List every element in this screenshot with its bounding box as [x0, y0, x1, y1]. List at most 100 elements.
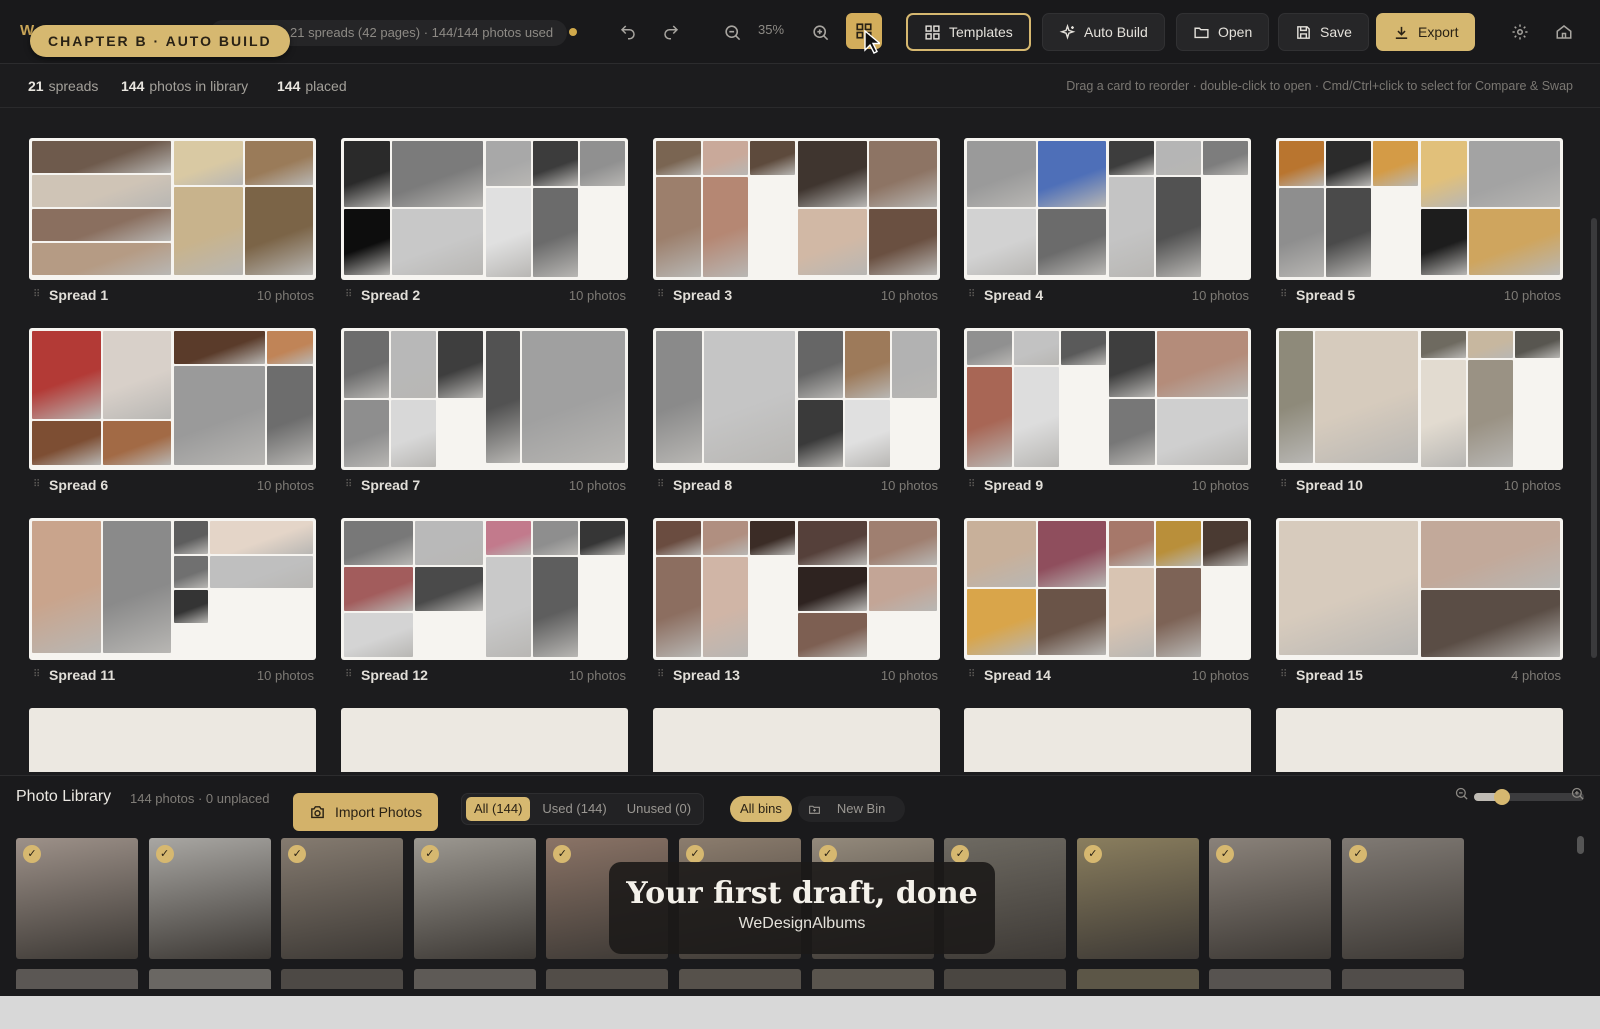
library-scrollbar[interactable] — [1577, 836, 1584, 854]
drag-handle-icon[interactable]: ⠿ — [657, 289, 664, 300]
save-button[interactable]: Save — [1278, 13, 1369, 51]
library-photo[interactable]: ✓ — [281, 838, 404, 959]
library-photo[interactable] — [546, 969, 669, 989]
spread-thumbnail[interactable] — [964, 328, 1251, 470]
spread-thumbnail[interactable] — [653, 138, 940, 280]
spread-card[interactable]: ⠿ Spread 1 10 photos — [29, 138, 316, 318]
spread-thumbnail[interactable] — [341, 518, 628, 660]
thumb-size-slider[interactable] — [1474, 789, 1584, 805]
home-button[interactable] — [1546, 14, 1582, 50]
drag-handle-icon[interactable]: ⠿ — [33, 289, 40, 300]
drag-handle-icon[interactable]: ⠿ — [33, 669, 40, 680]
spread-card[interactable]: ⠿ Spread 10 10 photos — [1276, 328, 1563, 508]
drag-handle-icon[interactable]: ⠿ — [968, 289, 975, 300]
drag-handle-icon[interactable]: ⠿ — [968, 479, 975, 490]
drag-handle-icon[interactable]: ⠿ — [33, 479, 40, 490]
spread-card[interactable]: ⠿ Spread 4 10 photos — [964, 138, 1251, 318]
library-photo[interactable] — [1342, 969, 1464, 989]
zoom-in-button[interactable] — [802, 14, 838, 50]
photo-slot — [750, 141, 795, 175]
settings-button[interactable] — [1502, 14, 1538, 50]
left-page — [344, 521, 483, 657]
drag-handle-icon[interactable]: ⠿ — [345, 669, 352, 680]
drag-handle-icon[interactable]: ⠿ — [1280, 669, 1287, 680]
drag-handle-icon[interactable]: ⠿ — [657, 479, 664, 490]
photo-slot — [486, 331, 521, 463]
spread-thumbnail[interactable] — [341, 138, 628, 280]
drag-handle-icon[interactable]: ⠿ — [1280, 479, 1287, 490]
slider-knob[interactable] — [1493, 789, 1510, 805]
photo-slot — [1421, 590, 1560, 657]
spread-thumbnail[interactable] — [964, 138, 1251, 280]
library-photo[interactable] — [16, 969, 138, 989]
library-photo[interactable] — [148, 969, 271, 989]
spread-card-placeholder[interactable] — [653, 708, 940, 772]
spread-card[interactable]: ⠿ Spread 11 10 photos — [29, 518, 316, 698]
spread-thumbnail[interactable] — [653, 328, 940, 470]
spread-card[interactable]: ⠿ Spread 8 10 photos — [653, 328, 940, 508]
undo-button[interactable] — [610, 14, 646, 50]
sparkle-icon — [1059, 23, 1076, 40]
drag-handle-icon[interactable]: ⠿ — [345, 289, 352, 300]
spread-card-placeholder[interactable] — [29, 708, 316, 772]
auto-build-button[interactable]: Auto Build — [1042, 13, 1165, 51]
spread-thumbnail[interactable] — [1276, 138, 1563, 280]
spread-card[interactable]: ⠿ Spread 12 10 photos — [341, 518, 628, 698]
library-photo[interactable]: ✓ — [413, 838, 536, 959]
spread-thumbnail[interactable] — [1276, 518, 1563, 660]
spread-label: Spread 15 — [1296, 667, 1363, 683]
spread-thumbnail[interactable] — [653, 518, 940, 660]
filter-unused[interactable]: Unused (0) — [619, 797, 699, 821]
zoom-out-button[interactable] — [714, 14, 750, 50]
drag-handle-icon[interactable]: ⠿ — [1280, 289, 1287, 300]
drag-handle-icon[interactable]: ⠿ — [345, 479, 352, 490]
right-page — [1421, 521, 1560, 657]
spread-card[interactable]: ⠿ Spread 9 10 photos — [964, 328, 1251, 508]
spread-card[interactable]: ⠿ Spread 6 10 photos — [29, 328, 316, 508]
library-photo[interactable]: ✓ — [16, 838, 138, 959]
drag-handle-icon[interactable]: ⠿ — [968, 669, 975, 680]
open-button[interactable]: Open — [1176, 13, 1270, 51]
spread-thumbnail[interactable] — [1276, 328, 1563, 470]
spread-thumbnail[interactable] — [29, 518, 316, 660]
spread-card-placeholder[interactable] — [341, 708, 628, 772]
library-photo[interactable] — [679, 969, 801, 989]
spread-card[interactable]: ⠿ Spread 13 10 photos — [653, 518, 940, 698]
library-photo[interactable]: ✓ — [1209, 838, 1332, 959]
library-photo[interactable]: ✓ — [1342, 838, 1464, 959]
import-photos-button[interactable]: Import Photos — [293, 793, 439, 831]
spread-thumbnail[interactable] — [29, 138, 316, 280]
library-photo[interactable] — [944, 969, 1067, 989]
spread-card[interactable]: ⠿ Spread 15 4 photos — [1276, 518, 1563, 698]
library-photo[interactable] — [413, 969, 536, 989]
library-photo[interactable] — [811, 969, 934, 989]
spread-thumbnail[interactable] — [964, 518, 1251, 660]
library-photo[interactable]: ✓ — [1076, 838, 1199, 959]
library-photo[interactable]: ✓ — [148, 838, 271, 959]
spread-card[interactable]: ⠿ Spread 7 10 photos — [341, 328, 628, 508]
thumb-zoom-in-button[interactable] — [1570, 786, 1585, 806]
spread-card[interactable]: ⠿ Spread 3 10 photos — [653, 138, 940, 318]
library-photo[interactable] — [281, 969, 404, 989]
library-photo[interactable] — [1076, 969, 1199, 989]
spread-card[interactable]: ⠿ Spread 2 10 photos — [341, 138, 628, 318]
templates-button[interactable]: Templates — [906, 13, 1031, 51]
all-bins-chip[interactable]: All bins — [730, 796, 792, 822]
photo-slot — [344, 400, 389, 467]
library-photo[interactable] — [1209, 969, 1332, 989]
spread-card[interactable]: ⠿ Spread 5 10 photos — [1276, 138, 1563, 318]
redo-button[interactable] — [653, 14, 689, 50]
grid-scrollbar[interactable] — [1591, 218, 1597, 658]
spread-thumbnail[interactable] — [341, 328, 628, 470]
filter-all[interactable]: All (144) — [466, 797, 531, 821]
export-button[interactable]: Export — [1376, 13, 1476, 51]
spread-card-placeholder[interactable] — [1276, 708, 1563, 772]
thumb-zoom-out-button[interactable] — [1454, 786, 1469, 806]
camera-icon — [311, 805, 324, 818]
spread-card[interactable]: ⠿ Spread 14 10 photos — [964, 518, 1251, 698]
drag-handle-icon[interactable]: ⠿ — [657, 669, 664, 680]
filter-used[interactable]: Used (144) — [534, 797, 614, 821]
spread-thumbnail[interactable] — [29, 328, 316, 470]
new-bin-button[interactable]: New Bin — [797, 796, 906, 822]
spread-card-placeholder[interactable] — [964, 708, 1251, 772]
